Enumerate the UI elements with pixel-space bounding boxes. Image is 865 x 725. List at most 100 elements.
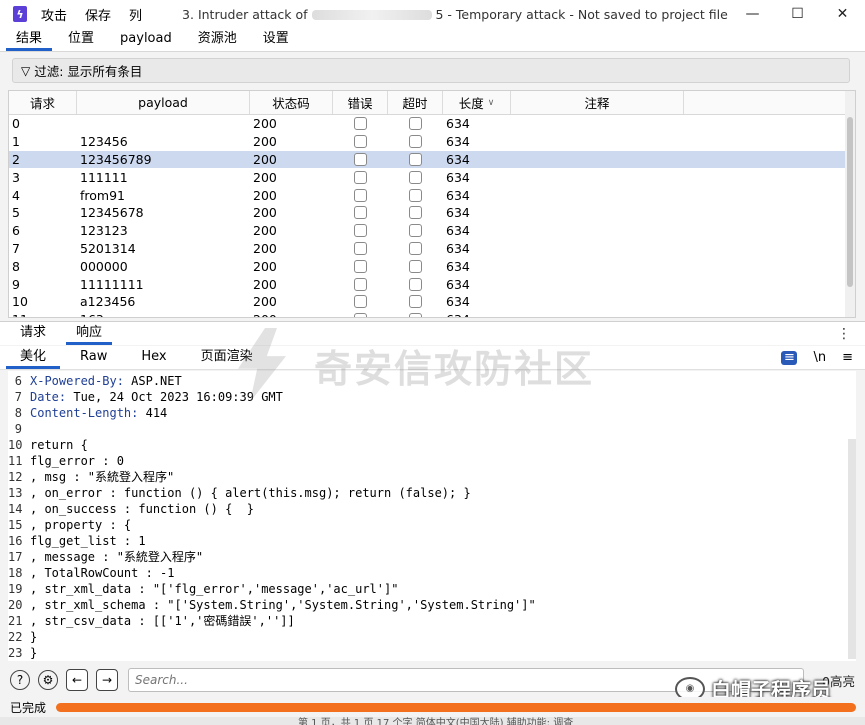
table-row[interactable]: 10 a123456 200 634 xyxy=(9,293,855,311)
table-scrollbar[interactable] xyxy=(845,91,855,317)
code-line: 9 xyxy=(8,421,856,437)
table-row[interactable]: 8 000000 200 634 xyxy=(9,257,855,275)
cell-request: 10 xyxy=(12,294,28,310)
line-number: 18 xyxy=(8,566,23,580)
col-spare xyxy=(684,91,855,114)
hamburger-menu-icon[interactable]: ≡ xyxy=(842,350,853,365)
error-checkbox[interactable] xyxy=(354,170,367,184)
tab-resource-pool[interactable]: 资源池 xyxy=(188,27,247,51)
cell-length: 634 xyxy=(446,240,470,256)
tab-payloads[interactable]: payload xyxy=(110,31,182,51)
tab-hex[interactable]: Hex xyxy=(127,349,180,369)
window-title-prefix: 3. Intruder attack of xyxy=(182,6,308,22)
filter-bar[interactable]: ▽ 过滤: 显示所有条目 xyxy=(12,58,850,83)
col-payload[interactable]: payload xyxy=(77,91,250,114)
cell-payload: a123456 xyxy=(80,294,136,310)
table-row[interactable]: 11163.com200 634 xyxy=(9,311,855,317)
col-length[interactable]: 长度 ∨ xyxy=(443,91,511,114)
more-options-icon[interactable]: ⋮ xyxy=(837,326,851,342)
tab-settings[interactable]: 设置 xyxy=(253,27,299,51)
menu-attack[interactable]: 攻击 xyxy=(41,5,67,24)
cell-comment xyxy=(511,151,684,169)
table-row[interactable]: 2 123456789 200 634 xyxy=(9,150,855,169)
col-comment[interactable]: 注释 xyxy=(511,91,684,114)
table-row[interactable]: 1 123456 200 634 xyxy=(9,133,855,151)
watermark-text: 奇安信攻防社区 xyxy=(314,346,595,391)
timeout-checkbox[interactable] xyxy=(409,295,422,309)
cell-request: 6 xyxy=(12,223,20,239)
cell-error xyxy=(333,204,388,222)
cell-spare xyxy=(684,115,855,133)
newline-icon[interactable]: \n xyxy=(813,350,826,365)
error-checkbox[interactable] xyxy=(354,295,367,309)
menu-save[interactable]: 保存 xyxy=(85,5,111,24)
table-row[interactable]: 3 111111 200 634 xyxy=(9,168,855,186)
cell-payload: 123123 xyxy=(80,223,128,239)
cell-payload: 123456789 xyxy=(80,151,152,167)
col-error[interactable]: 错误 xyxy=(333,91,388,114)
cell-spare xyxy=(684,257,855,275)
tab-positions[interactable]: 位置 xyxy=(58,27,104,51)
timeout-checkbox[interactable] xyxy=(409,135,422,149)
tab-request[interactable]: 请求 xyxy=(10,321,56,345)
tab-pretty[interactable]: 美化 xyxy=(6,345,61,369)
tab-response[interactable]: 响应 xyxy=(66,321,113,345)
line-number: 7 xyxy=(14,390,22,404)
error-checkbox[interactable] xyxy=(354,135,367,149)
cell-length: 634 xyxy=(443,311,511,317)
col-timeout[interactable]: 超时 xyxy=(388,91,443,114)
timeout-checkbox[interactable] xyxy=(409,259,422,273)
timeout-checkbox[interactable] xyxy=(409,170,422,184)
error-checkbox[interactable] xyxy=(354,259,367,273)
cell-timeout xyxy=(388,151,443,169)
error-checkbox[interactable] xyxy=(354,313,367,317)
line-number: 19 xyxy=(8,582,23,596)
table-row[interactable]: 6 123123 200 634 xyxy=(9,222,855,240)
error-checkbox[interactable] xyxy=(354,117,367,131)
timeout-checkbox[interactable] xyxy=(409,152,422,166)
timeout-checkbox[interactable] xyxy=(409,117,422,131)
error-checkbox[interactable] xyxy=(354,188,367,202)
minimize-icon[interactable]: — xyxy=(730,0,775,28)
table-row[interactable]: 4 from91 200 634 xyxy=(9,186,855,204)
cell-payload: 111111 xyxy=(80,169,128,185)
cell-error xyxy=(333,186,388,204)
table-row[interactable]: 9 11111111 200 634 xyxy=(9,275,855,293)
error-checkbox[interactable] xyxy=(354,152,367,166)
cell-status: 200 xyxy=(253,276,277,292)
timeout-checkbox[interactable] xyxy=(409,241,422,255)
editor-scrollbar[interactable] xyxy=(848,439,856,659)
menu-columns[interactable]: 列 xyxy=(129,5,142,24)
error-checkbox[interactable] xyxy=(354,277,367,291)
tab-results[interactable]: 结果 xyxy=(6,27,53,51)
tab-raw[interactable]: Raw xyxy=(66,349,121,369)
help-icon[interactable]: ? xyxy=(10,670,30,690)
timeout-checkbox[interactable] xyxy=(409,206,422,220)
table-row[interactable]: 0 200 634 xyxy=(9,115,855,133)
close-icon[interactable]: ✕ xyxy=(820,0,865,28)
response-editor[interactable]: 6 X-Powered-By: ASP.NET 7 Date: Tue, 24 Oct… xyxy=(8,371,856,661)
gear-icon[interactable]: ⚙ xyxy=(38,670,58,690)
error-checkbox[interactable] xyxy=(354,224,367,238)
timeout-checkbox[interactable] xyxy=(409,224,422,238)
code-line: 18 , TotalRowCount : -1 xyxy=(8,565,856,581)
col-status[interactable]: 状态码 xyxy=(250,91,333,114)
next-match-icon[interactable]: → xyxy=(96,669,118,691)
prev-match-icon[interactable]: ← xyxy=(66,669,88,691)
error-checkbox[interactable] xyxy=(354,241,367,255)
cell-status: 200 xyxy=(253,169,277,185)
timeout-checkbox[interactable] xyxy=(409,188,422,202)
table-row[interactable]: 7 5201314 200 634 xyxy=(9,240,855,258)
maximize-icon[interactable]: ☐ xyxy=(775,0,820,28)
wrap-lines-icon[interactable]: ≡ xyxy=(781,350,798,365)
table-scroll-thumb[interactable] xyxy=(847,117,853,287)
cell-comment xyxy=(511,293,684,311)
table-row[interactable]: 5 12345678 200 634 xyxy=(9,204,855,222)
col-request[interactable]: 请求 xyxy=(9,91,77,114)
error-checkbox[interactable] xyxy=(354,206,367,220)
cell-error xyxy=(333,151,388,169)
code-line: 11 flg_error : 0 xyxy=(8,453,856,469)
timeout-checkbox[interactable] xyxy=(409,277,422,291)
timeout-checkbox[interactable] xyxy=(409,313,422,317)
line-number: 14 xyxy=(8,502,23,516)
